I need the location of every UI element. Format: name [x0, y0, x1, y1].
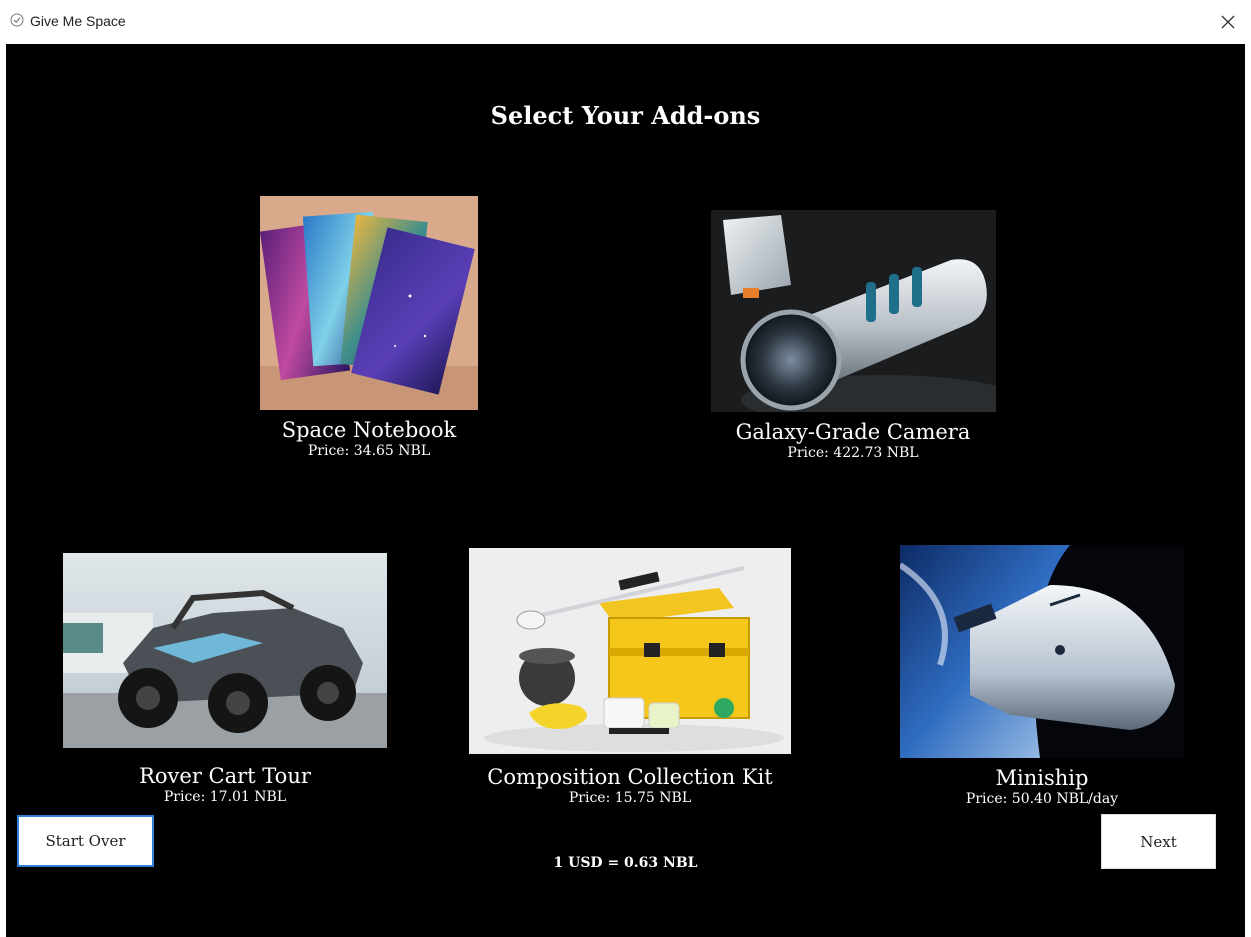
product-name: Composition Collection Kit [487, 765, 773, 789]
close-icon [1221, 15, 1235, 29]
product-galaxy-grade-camera[interactable]: Galaxy-Grade Camera Price: 422.73 NBL [703, 210, 1003, 462]
title-bar: Give Me Space [0, 0, 1251, 44]
window-title: Give Me Space [30, 13, 126, 29]
close-button[interactable] [1205, 0, 1251, 44]
product-composition-collection-kit[interactable]: Composition Collection Kit Price: 15.75 … [465, 548, 795, 807]
product-price: Price: 15.75 NBL [568, 790, 692, 806]
product-price: Price: 34.65 NBL [307, 443, 431, 459]
rover-photo[interactable] [63, 553, 387, 748]
collection-kit-photo[interactable] [469, 548, 791, 754]
product-miniship[interactable]: Miniship Price: 50.40 NBL/day [892, 545, 1192, 808]
checkmark-circle-icon [10, 13, 24, 27]
product-name: Miniship [995, 766, 1089, 790]
page-title: Select Your Add-ons [490, 101, 761, 130]
product-price: Price: 17.01 NBL [163, 789, 287, 805]
space-notebooks-photo[interactable] [260, 196, 478, 410]
product-rover-cart-tour[interactable]: Rover Cart Tour Price: 17.01 NBL [62, 553, 388, 806]
product-price: Price: 50.40 NBL/day [965, 791, 1119, 807]
product-name: Space Notebook [281, 418, 457, 442]
exchange-rate: 1 USD = 0.63 NBL [553, 855, 698, 871]
product-space-notebook[interactable]: Space Notebook Price: 34.65 NBL [219, 196, 519, 460]
main-panel: Select Your Add-ons Space Notebook Price… [6, 44, 1245, 937]
product-name: Galaxy-Grade Camera [735, 420, 971, 444]
product-name: Rover Cart Tour [139, 764, 311, 788]
camera-photo[interactable] [710, 210, 996, 412]
product-price: Price: 422.73 NBL [787, 445, 919, 461]
miniship-photo[interactable] [900, 545, 1184, 758]
